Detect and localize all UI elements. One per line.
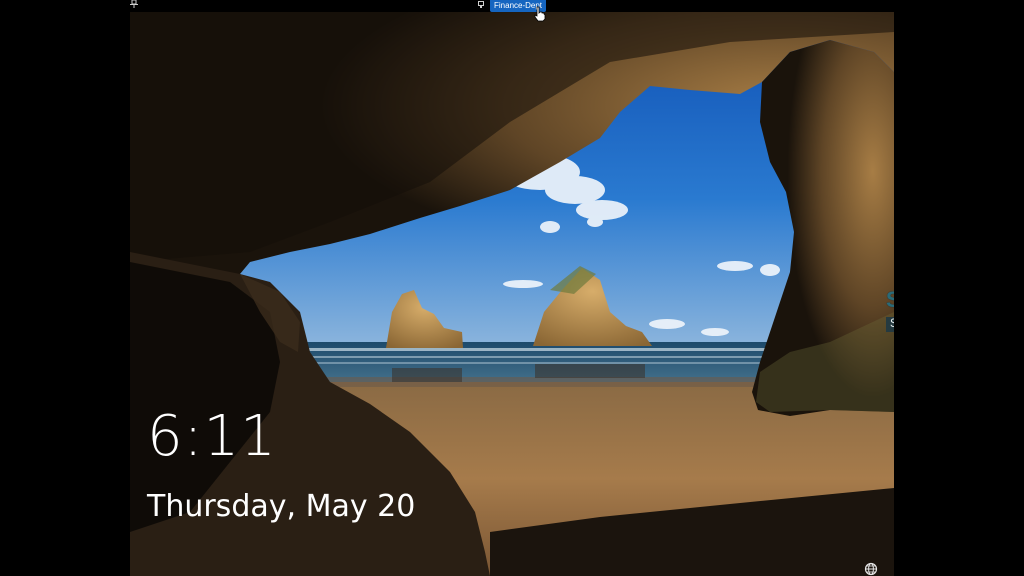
hand-cursor-icon: [534, 6, 546, 22]
remote-desktop-icon: [478, 1, 484, 8]
remote-connection-bar: Finance-Dept: [0, 0, 1024, 22]
lock-screen-date: Thursday, May 20: [147, 489, 416, 524]
network-globe-icon[interactable]: [864, 562, 878, 576]
watermark-tagline: SOLUTIONS: [886, 317, 894, 332]
lock-screen-time: 6:11: [147, 404, 277, 469]
watermark-brand: SECURIUM: [886, 288, 894, 312]
pin-icon[interactable]: [130, 0, 138, 8]
securium-watermark: SECURIUM SOLUTIONS: [886, 288, 894, 332]
